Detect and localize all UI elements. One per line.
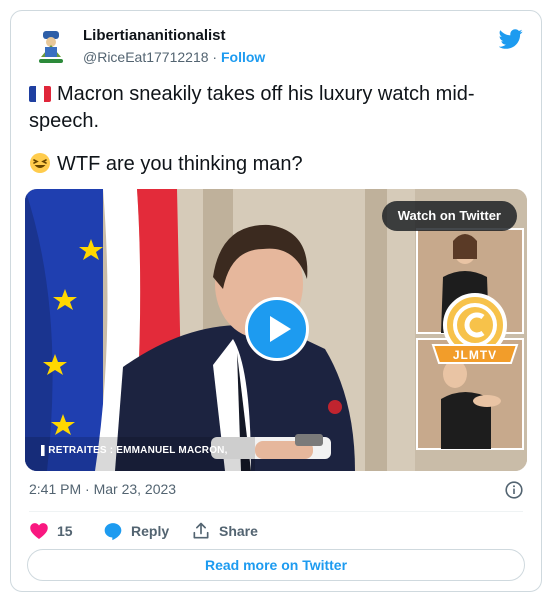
tweet-line-1: Macron sneakily takes off his luxury wat… <box>29 81 529 135</box>
reply-button[interactable]: Reply <box>103 519 169 543</box>
watch-on-twitter-button[interactable]: Watch on Twitter <box>381 201 517 231</box>
tweet-line-2: WTF are you thinking man? <box>29 151 529 178</box>
video-caption: ▌RETRAITES : EMMANUEL MACRON, L'INTERVIE… <box>41 445 231 456</box>
tweet-line-2-text: WTF are you thinking man? <box>57 153 303 175</box>
share-label: Share <box>219 523 258 539</box>
laughing-face-icon <box>30 153 50 173</box>
france-flag-icon <box>29 86 51 102</box>
timestamp[interactable]: 2:41 PM · Mar 23, 2023 <box>29 481 176 497</box>
tweet-card: Libertiananitionalist @RiceEat17712218 ·… <box>10 10 542 592</box>
user-handle[interactable]: @RiceEat17712218 <box>83 49 209 65</box>
reply-bubble-icon <box>104 523 122 541</box>
tweet-header: Libertiananitionalist @RiceEat17712218 ·… <box>29 23 523 75</box>
video-thumbnail[interactable]: Watch on Twitter JLMTV ▌RETRAITES : EMMA… <box>25 189 527 471</box>
separator-dot: · <box>212 49 218 65</box>
twitter-bird-icon[interactable] <box>499 27 523 51</box>
avatar[interactable] <box>29 23 73 67</box>
heart-icon <box>30 523 48 539</box>
tweet-line-1-text: Macron sneakily takes off his luxury wat… <box>29 83 475 132</box>
play-button[interactable] <box>245 297 309 361</box>
like-count: 15 <box>57 523 73 539</box>
tweet-text: Macron sneakily takes off his luxury wat… <box>29 81 529 194</box>
jlmtv-logo: JLMTV <box>431 293 519 364</box>
display-name[interactable]: Libertiananitionalist <box>83 27 226 44</box>
read-more-button[interactable]: Read more on Twitter <box>27 549 525 581</box>
play-icon <box>270 316 291 342</box>
handle-row: @RiceEat17712218 · Follow <box>83 49 265 65</box>
jlmtv-logo-text: JLMTV <box>453 348 497 362</box>
divider <box>29 511 523 512</box>
info-icon[interactable] <box>505 481 523 499</box>
reply-label: Reply <box>131 523 170 539</box>
share-button[interactable]: Share <box>191 519 258 543</box>
like-button[interactable]: 15 <box>29 519 73 543</box>
share-upload-icon <box>193 522 209 539</box>
follow-button[interactable]: Follow <box>221 49 265 65</box>
